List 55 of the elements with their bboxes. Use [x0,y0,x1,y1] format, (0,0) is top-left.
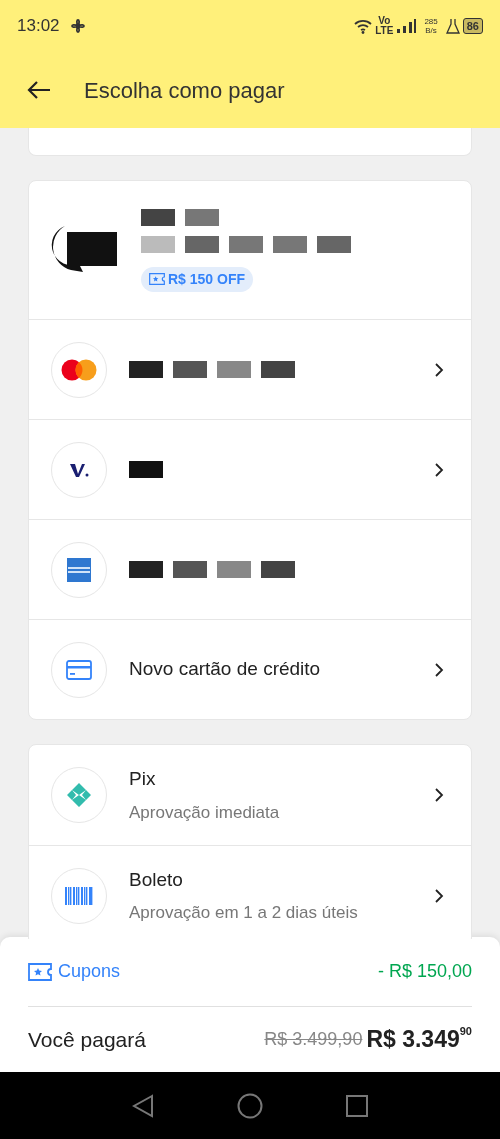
signal-icon [396,19,417,33]
redaction-mark [141,235,175,253]
chevron-right-icon [433,461,445,478]
discount-amount: - R$ 150,00 [377,960,472,983]
battery-indicator: 86 [462,18,483,34]
option-title: Novo cartão de crédito [129,657,322,682]
pix-icon [66,782,92,808]
chevron-right-icon [433,361,445,378]
ticket-icon [28,962,52,981]
redaction-mark [173,361,207,378]
redaction-mark [185,208,219,226]
option-title: Boleto [129,867,184,892]
redaction-mark [261,361,295,378]
redaction-mark [129,361,163,378]
redaction-mark [129,561,163,578]
chevron-right-icon [433,887,445,904]
network-type: LTE [375,26,394,36]
redaction-mark [273,235,307,253]
mastercard-icon [61,358,97,381]
redaction-mark [317,235,351,253]
option-subtitle: Aprovação em 1 a 2 dias úteis [129,902,359,924]
ticket-icon [149,273,165,285]
redaction-mark [141,208,175,226]
chevron-right-icon [433,787,445,803]
payment-option[interactable]: Novo cartão de crédito [29,619,471,719]
network-rate-unit: B/s [425,26,437,35]
original-price: R$ 3.499,90 [264,1028,363,1051]
back-nav-icon[interactable] [131,1093,154,1118]
chevron-right-icon [433,661,445,678]
home-nav-icon[interactable] [237,1092,263,1119]
coupons-link[interactable]: Cupons [28,958,121,985]
card-brand-icon [67,557,91,582]
credit-card-icon [66,659,92,680]
recents-nav-icon[interactable] [346,1094,369,1117]
redaction-mark [217,361,251,378]
redaction-mark [185,235,219,253]
page-title: Escolha como pagar [84,76,285,105]
option-subtitle: Aprovação imediata [129,801,281,824]
wifi-icon [353,18,374,34]
network-type: Vo [377,16,392,26]
total-label: Você pagará [28,1026,146,1053]
redaction-mark [229,235,263,253]
flask-icon [445,18,460,34]
option-title: Pix [129,767,157,791]
status-time: 13:02 [17,15,60,38]
network-rate: 285 [424,17,438,26]
barcode-icon [65,886,93,905]
redaction-mark [217,561,251,578]
redaction-mark [261,561,295,578]
payment-option[interactable]: Pix Aprovação imediata [29,745,471,845]
card-brand-icon [69,461,89,478]
discount-badge: R$ 150 OFF [141,266,254,292]
redaction-mark [129,461,163,478]
redaction-mark [173,561,207,578]
back-arrow-icon [27,80,51,100]
